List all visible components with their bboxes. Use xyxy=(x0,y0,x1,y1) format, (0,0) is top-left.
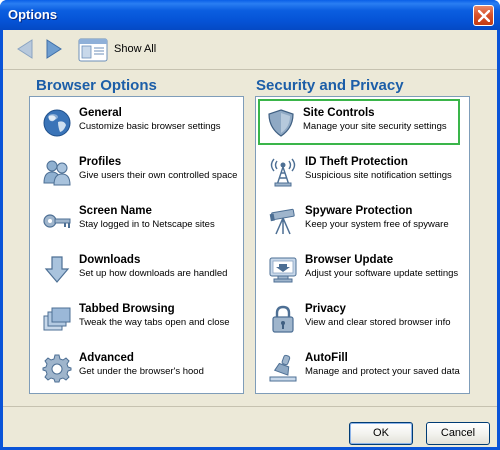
option-name: General xyxy=(79,107,122,119)
option-description: Suspicious site notification settings xyxy=(305,170,452,181)
show-all-icon[interactable] xyxy=(78,38,108,62)
option-description: Stay logged in to Netscape sites xyxy=(79,219,215,230)
option-site-controls[interactable]: Site Controls Manage your site security … xyxy=(258,99,460,145)
gear-icon xyxy=(42,354,72,383)
close-button[interactable] xyxy=(473,5,494,26)
option-spyware-protection[interactable]: Spyware Protection Keep your system free… xyxy=(260,197,465,243)
options-window: Options Show All Browser Options Securit… xyxy=(0,0,500,450)
option-name: Profiles xyxy=(79,156,122,168)
show-all-label[interactable]: Show All xyxy=(114,43,156,55)
key-icon xyxy=(43,214,71,228)
cancel-button[interactable]: Cancel xyxy=(426,422,490,445)
option-description: Tweak the way tabs open and close xyxy=(79,317,230,328)
option-browser-update[interactable]: Browser Update Adjust your software upda… xyxy=(260,246,465,292)
shield-icon xyxy=(268,109,294,137)
option-name: Browser Update xyxy=(305,254,394,266)
browser-options-panel: General Customize basic browser settings… xyxy=(29,96,244,394)
footer-divider xyxy=(3,406,497,407)
update-icon xyxy=(269,257,297,283)
security-privacy-panel: Site Controls Manage your site security … xyxy=(255,96,470,394)
option-name: AutoFill xyxy=(305,352,348,364)
option-description: Manage and protect your saved data xyxy=(305,366,460,377)
title-bar[interactable]: Options xyxy=(0,0,500,30)
option-profiles[interactable]: Profiles Give users their own controlled… xyxy=(34,148,239,194)
option-screen-name[interactable]: Screen Name Stay logged in to Netscape s… xyxy=(34,197,239,243)
option-description: Set up how downloads are handled xyxy=(79,268,228,279)
option-description: Manage your site security settings xyxy=(303,121,447,132)
option-name: ID Theft Protection xyxy=(305,156,408,168)
option-downloads[interactable]: Downloads Set up how downloads are handl… xyxy=(34,246,239,292)
ok-button[interactable]: OK xyxy=(349,422,413,445)
option-description: Keep your system free of spyware xyxy=(305,219,449,230)
option-name: Screen Name xyxy=(79,205,152,217)
stamp-icon xyxy=(269,354,297,382)
toolbar: Show All xyxy=(3,30,497,70)
users-icon xyxy=(43,160,71,186)
globe-icon xyxy=(43,109,71,137)
security-privacy-heading: Security and Privacy xyxy=(256,77,404,94)
option-name: Advanced xyxy=(79,352,134,364)
option-name: Privacy xyxy=(305,303,346,315)
option-general[interactable]: General Customize basic browser settings xyxy=(34,99,239,145)
tabs-icon xyxy=(43,307,71,331)
option-description: Give users their own controlled space xyxy=(79,170,238,181)
forward-arrow-icon[interactable] xyxy=(44,38,64,60)
option-name: Site Controls xyxy=(303,107,375,119)
option-description: Customize basic browser settings xyxy=(79,121,221,132)
telescope-icon xyxy=(269,208,295,235)
option-id-theft-protection[interactable]: ID Theft Protection Suspicious site noti… xyxy=(260,148,465,194)
browser-options-heading: Browser Options xyxy=(36,77,157,94)
option-privacy[interactable]: Privacy View and clear stored browser in… xyxy=(260,295,465,341)
window-title: Options xyxy=(8,7,58,22)
radio-tower-icon xyxy=(270,158,296,187)
option-name: Spyware Protection xyxy=(305,205,413,217)
back-arrow-icon[interactable] xyxy=(15,38,35,60)
dialog-body: Show All Browser Options Security and Pr… xyxy=(3,30,497,447)
option-tabbed-browsing[interactable]: Tabbed Browsing Tweak the way tabs open … xyxy=(34,295,239,341)
padlock-icon xyxy=(272,305,294,333)
close-icon xyxy=(478,10,490,22)
option-name: Downloads xyxy=(79,254,141,266)
option-autofill[interactable]: AutoFill Manage and protect your saved d… xyxy=(260,344,465,390)
download-arrow-icon xyxy=(44,256,70,283)
option-name: Tabbed Browsing xyxy=(79,303,175,315)
option-description: View and clear stored browser info xyxy=(305,317,451,328)
option-description: Adjust your software update settings xyxy=(305,268,459,279)
option-description: Get under the browser's hood xyxy=(79,366,204,377)
option-advanced[interactable]: Advanced Get under the browser's hood xyxy=(34,344,239,390)
